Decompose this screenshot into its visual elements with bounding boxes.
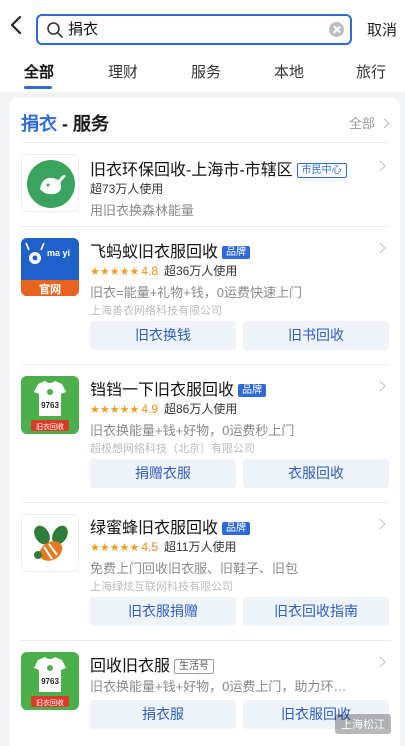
item-description: 旧衣=能量+礼物+钱，0运费快速上门 bbox=[90, 285, 303, 300]
green-whale-logo bbox=[21, 154, 79, 212]
item-title: 绿蜜蜂旧衣服回收 品牌 bbox=[90, 514, 251, 538]
divider bbox=[21, 502, 390, 503]
star-rating-icon: ★★★★★ bbox=[90, 542, 140, 554]
tab-travel[interactable]: 旅行 bbox=[356, 61, 386, 82]
chevron-right-icon bbox=[374, 518, 386, 530]
svg-text:9763: 9763 bbox=[41, 401, 59, 410]
item-description: 用旧衣换森林能量 bbox=[90, 203, 195, 218]
view-all-link[interactable]: 全部 bbox=[349, 113, 390, 132]
star-rating-icon: ★★★★★ bbox=[90, 266, 140, 278]
clear-icon[interactable] bbox=[329, 22, 344, 37]
list-item[interactable]: 旧衣环保回收-上海市-市辖区 市民中心 超73万人使用 用旧衣换森林能量 bbox=[9, 142, 400, 226]
tab-local[interactable]: 本地 bbox=[274, 61, 304, 82]
company-name: 超极想网络科技（北京）有限公司 bbox=[90, 443, 255, 455]
company-name: 上海善衣网络科技有限公司 bbox=[90, 305, 222, 317]
tab-finance[interactable]: 理财 bbox=[108, 61, 138, 82]
divider bbox=[21, 226, 390, 227]
divider bbox=[21, 364, 390, 365]
search-query-text: 捐衣 bbox=[68, 21, 99, 38]
divider bbox=[21, 142, 390, 143]
bee-logo bbox=[21, 514, 79, 572]
rating-row: ★★★★★ 4.9 超86万人使用 bbox=[90, 402, 238, 416]
rating-row: ★★★★★ 4.8 超36万人使用 bbox=[90, 264, 238, 278]
company-name: 上海绿炫互联网科技有限公司 bbox=[90, 581, 233, 593]
svg-text:9763: 9763 bbox=[41, 677, 59, 686]
user-count: 超73万人使用 bbox=[90, 182, 164, 196]
cancel-button[interactable]: 取消 bbox=[367, 19, 397, 40]
action-button[interactable]: 捐衣服 bbox=[90, 700, 236, 729]
item-title: 铛铛一下旧衣服回收 品牌 bbox=[90, 376, 267, 400]
brand-badge: 品牌 bbox=[222, 522, 251, 535]
chevron-right-icon bbox=[374, 160, 386, 172]
search-icon bbox=[47, 22, 63, 38]
item-title: 旧衣环保回收-上海市-市辖区 市民中心 bbox=[90, 156, 347, 180]
section-title: 捐衣 - 服务 bbox=[21, 114, 109, 134]
shirt-recycle-logo: 9763 旧衣回收 bbox=[21, 376, 79, 434]
brand-badge: 品牌 bbox=[238, 384, 267, 397]
tab-all[interactable]: 全部 bbox=[24, 61, 54, 82]
service-badge: 市民中心 bbox=[296, 163, 347, 178]
svg-text:官网: 官网 bbox=[39, 282, 61, 296]
rating-row: ★★★★★ 4.5 超11万人使用 bbox=[90, 540, 237, 554]
services-section: 捐衣 - 服务 全部 旧衣环保回收-上海市-市辖区 市民中心 超73万人使用 用旧… bbox=[9, 98, 400, 746]
tab-services[interactable]: 服务 bbox=[191, 61, 221, 82]
chevron-right-icon bbox=[374, 242, 386, 254]
item-description: 旧衣换能量+钱+好物，0运费上门，助力环… bbox=[90, 679, 347, 694]
item-title: 回收旧衣服 生活号 bbox=[90, 652, 215, 676]
action-button[interactable]: 旧书回收 bbox=[243, 321, 389, 350]
watermark: 上海松江 bbox=[335, 714, 391, 734]
back-arrow-icon[interactable] bbox=[8, 13, 26, 37]
list-item[interactable]: ma yi 官网 飞蚂蚁旧衣服回收 品牌 ★★★★★ 4.8 超36万人使用 旧衣=能… bbox=[9, 226, 400, 362]
top-bar: 捐衣 取消 bbox=[0, 0, 405, 50]
item-description: 旧衣换能量+钱+好物，0运费秒上门 bbox=[90, 423, 295, 438]
action-button[interactable]: 旧衣服捐赠 bbox=[90, 597, 236, 626]
action-button[interactable]: 衣服回收 bbox=[243, 459, 389, 488]
divider bbox=[21, 640, 390, 641]
item-description: 免费上门回收旧衣服、旧鞋子、旧包 bbox=[90, 561, 299, 576]
shirt-recycle-logo: 9763 旧衣回收 bbox=[21, 652, 79, 710]
chevron-right-icon bbox=[374, 656, 386, 668]
list-item[interactable]: 绿蜜蜂旧衣服回收 品牌 ★★★★★ 4.5 超11万人使用 免费上门回收旧衣服、旧鞋子… bbox=[9, 502, 400, 638]
action-button[interactable]: 旧衣回收指南 bbox=[243, 597, 389, 626]
category-tabs: 全部 理财 服务 本地 旅行 bbox=[0, 50, 405, 92]
ant-logo: ma yi 官网 bbox=[21, 238, 79, 296]
svg-text:旧衣回收: 旧衣回收 bbox=[36, 422, 64, 431]
svg-text:旧衣回收: 旧衣回收 bbox=[36, 698, 64, 707]
search-input[interactable]: 捐衣 bbox=[36, 14, 352, 45]
star-rating-icon: ★★★★★ bbox=[90, 404, 140, 416]
svg-text:ma yi: ma yi bbox=[47, 248, 70, 258]
item-title: 飞蚂蚁旧衣服回收 品牌 bbox=[90, 238, 251, 262]
action-button[interactable]: 捐赠衣服 bbox=[90, 459, 236, 488]
chevron-right-icon bbox=[374, 380, 386, 392]
list-item[interactable]: 9763 旧衣回收 铛铛一下旧衣服回收 品牌 ★★★★★ 4.9 超86万人使用 旧衣… bbox=[9, 364, 400, 500]
action-button[interactable]: 旧衣换钱 bbox=[90, 321, 236, 350]
brand-badge: 品牌 bbox=[222, 246, 251, 259]
chevron-right-icon bbox=[379, 118, 390, 129]
life-account-badge: 生活号 bbox=[174, 659, 215, 674]
active-tab-indicator bbox=[24, 86, 52, 89]
